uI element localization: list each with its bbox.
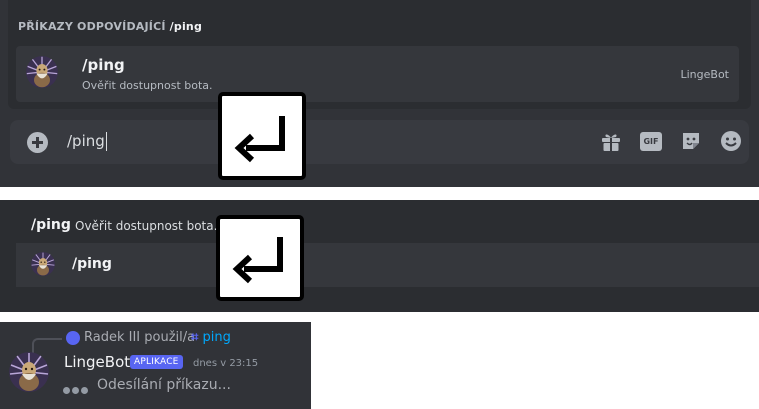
popup-header-query: /ping — [169, 20, 203, 33]
slash-command-icon: ⌗ — [191, 330, 199, 345]
bot-avatar — [26, 56, 58, 88]
gift-icon[interactable] — [600, 132, 622, 152]
discord-icon — [66, 331, 80, 345]
sticker-icon[interactable] — [680, 130, 702, 152]
message-status: Odesílání příkazu... — [97, 377, 231, 393]
command-option-name: /ping — [72, 256, 112, 272]
message-input-bar: /ping GIF — [10, 120, 749, 164]
enter-key-icon — [216, 215, 304, 301]
message-author[interactable]: LingeBot — [64, 353, 130, 371]
selected-command-description: Ověřit dostupnost bota. — [75, 219, 218, 233]
selected-command-panel: /ping Ověřit dostupnost bota. /ping — [0, 200, 759, 312]
selected-command-name: /ping — [31, 217, 71, 233]
popup-header: PŘÍKAZY ODPOVÍDAJÍCÍ /ping — [18, 20, 202, 33]
command-link-label: ping — [202, 330, 231, 345]
popup-header-label: PŘÍKAZY ODPOVÍDAJÍCÍ — [18, 20, 166, 33]
bot-avatar — [31, 252, 55, 276]
app-badge: APLIKACE — [130, 355, 183, 369]
message-timestamp: dnes v 23:15 — [193, 358, 259, 369]
command-name: /ping — [82, 56, 125, 74]
command-suggestions-popup: PŘÍKAZY ODPOVÍDAJÍCÍ /ping /ping Ověřit … — [8, 0, 751, 109]
command-description: Ověřit dostupnost bota. — [82, 79, 213, 92]
loading-dots-icon — [63, 379, 90, 398]
slash-command-autocomplete-panel: PŘÍKAZY ODPOVÍDAJÍCÍ /ping /ping Ověřit … — [0, 0, 759, 187]
avatar[interactable] — [9, 352, 49, 392]
enter-key-icon — [218, 92, 306, 180]
add-attachment-icon[interactable] — [27, 132, 48, 153]
emoji-icon[interactable] — [720, 130, 742, 152]
command-invoker[interactable]: Radek III použil/a — [84, 330, 195, 345]
message-input[interactable]: /ping — [67, 132, 107, 151]
bot-response-message: Radek III použil/a ⌗ ping LingeBot APLIK… — [0, 322, 311, 409]
command-option-row[interactable]: /ping — [16, 243, 759, 287]
gif-icon[interactable]: GIF — [640, 132, 662, 151]
command-bot-name: LingeBot — [680, 68, 730, 81]
command-link[interactable]: ⌗ ping — [191, 330, 231, 345]
command-suggestion-ping[interactable]: /ping Ověřit dostupnost bota. LingeBot — [16, 46, 739, 102]
